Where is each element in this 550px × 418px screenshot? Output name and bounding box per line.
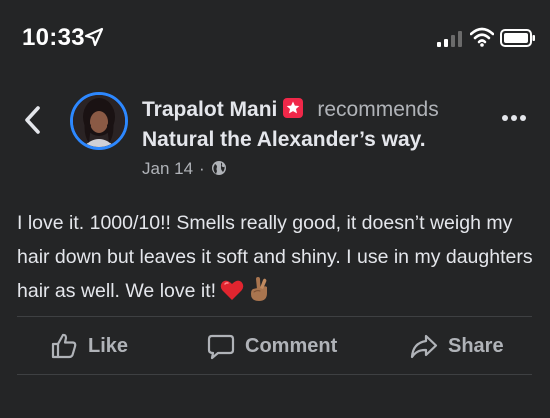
comment-button[interactable]: Comment xyxy=(207,318,337,374)
recommended-page-name[interactable]: Natural the Alexander’s way. xyxy=(142,128,426,152)
post-date[interactable]: Jan 14 xyxy=(142,159,193,178)
meta-separator: · xyxy=(199,159,205,178)
battery-icon xyxy=(500,29,535,47)
thumbs-up-icon xyxy=(51,333,77,359)
recommends-text: recommends xyxy=(317,98,439,121)
comment-label: Comment xyxy=(245,334,338,357)
post-meta: Jan 14 · xyxy=(142,159,227,179)
author-name[interactable]: Trapalot Mani xyxy=(142,98,277,121)
comment-bubble-icon xyxy=(207,334,235,360)
share-button[interactable]: Share xyxy=(410,318,504,374)
review-body: I love it. 1000/10!! Smells really good,… xyxy=(17,206,537,308)
status-bar: 10:33 xyxy=(0,0,550,80)
back-chevron-icon[interactable] xyxy=(22,104,44,136)
top-fan-badge-icon xyxy=(283,98,304,118)
location-arrow-icon xyxy=(84,27,104,47)
divider-bottom xyxy=(17,374,532,375)
status-time: 10:33 xyxy=(22,24,85,51)
review-text: I love it. 1000/10!! Smells really good,… xyxy=(17,212,533,302)
share-arrow-icon xyxy=(410,334,438,359)
post-actions-bar: Like Comment Share xyxy=(0,318,550,374)
share-label: Share xyxy=(448,334,504,357)
post-header-line: Trapalot Mani recommends xyxy=(142,98,439,122)
red-heart-icon xyxy=(220,280,244,300)
avatar-photo xyxy=(73,95,125,147)
more-options-icon[interactable] xyxy=(501,114,527,122)
author-avatar[interactable] xyxy=(70,92,128,150)
like-label: Like xyxy=(88,334,129,357)
globe-icon xyxy=(211,161,226,175)
divider-top xyxy=(17,316,532,317)
like-button[interactable]: Like xyxy=(50,318,128,374)
crossed-fingers-icon xyxy=(251,277,268,301)
cellular-signal-icon xyxy=(437,31,462,47)
wifi-icon xyxy=(470,27,494,47)
